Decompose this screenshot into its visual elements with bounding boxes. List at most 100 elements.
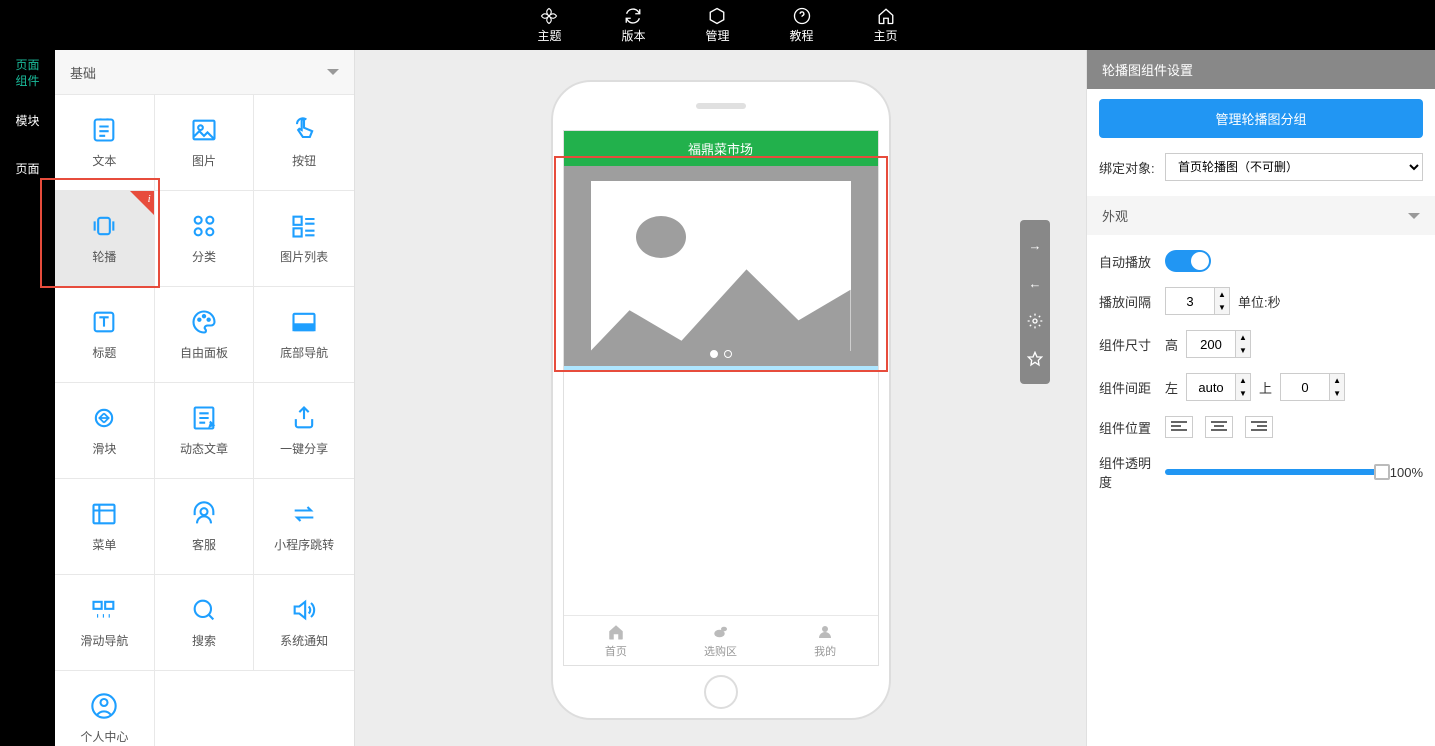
size-label: 组件尺寸	[1099, 335, 1157, 354]
leftrail-item[interactable]: 页面组件	[0, 50, 55, 98]
phone-tab[interactable]: 选购区	[668, 616, 773, 665]
align-right-button[interactable]	[1245, 416, 1273, 438]
left-up[interactable]: ▲	[1236, 374, 1250, 387]
imglist-icon	[290, 212, 318, 240]
swap-icon	[290, 500, 318, 528]
height-down[interactable]: ▼	[1236, 344, 1250, 357]
app-title: 福鼎菜市场	[688, 139, 753, 158]
phone-home-button[interactable]	[704, 675, 738, 709]
component-search[interactable]: 搜索	[155, 575, 255, 671]
component-tap[interactable]: 按钮	[254, 95, 354, 191]
interval-input[interactable]	[1166, 288, 1214, 314]
topbar-hexagon[interactable]: 管理	[705, 7, 729, 44]
carousel-component[interactable]	[564, 166, 878, 366]
arrow-right-icon[interactable]: →	[1020, 226, 1050, 264]
topbar-question[interactable]: 教程	[790, 7, 814, 44]
canvas-area: 福鼎菜市场 首页 选购区我的 → ←	[355, 50, 1086, 746]
component-imglist[interactable]: 图片列表	[254, 191, 354, 287]
canvas-side-toolbar: → ←	[1020, 220, 1050, 384]
component-image[interactable]: 图片	[155, 95, 255, 191]
chevron-down-icon	[327, 69, 339, 81]
carousel-dot[interactable]	[724, 350, 732, 358]
heading-icon	[90, 308, 118, 336]
home-icon	[877, 7, 895, 25]
component-label: 滑动导航	[80, 632, 128, 649]
component-carousel[interactable]: 轮播	[55, 191, 155, 287]
component-bottomnav[interactable]: 底部导航	[254, 287, 354, 383]
component-label: 菜单	[92, 536, 116, 553]
component-swap[interactable]: 小程序跳转	[254, 479, 354, 575]
height-label: 高	[1165, 335, 1178, 354]
component-label: 图片	[192, 152, 216, 169]
interval-label: 播放间隔	[1099, 292, 1157, 311]
leftrail-item[interactable]: 模块	[0, 98, 55, 146]
left-label: 左	[1165, 378, 1178, 397]
component-support[interactable]: 客服	[155, 479, 255, 575]
component-palette[interactable]: 自由面板	[155, 287, 255, 383]
align-center-button[interactable]	[1205, 416, 1233, 438]
top-up[interactable]: ▲	[1330, 374, 1344, 387]
interval-unit: 单位:秒	[1238, 292, 1281, 311]
arrow-left-icon[interactable]: ←	[1020, 264, 1050, 302]
tab-label: 首页	[605, 643, 627, 659]
component-label: 文本	[92, 152, 116, 169]
component-grid[interactable]: 分类	[155, 191, 255, 287]
topbar-pinwheel[interactable]: 主题	[537, 7, 561, 44]
component-text[interactable]: 文本	[55, 95, 155, 191]
component-slidenav[interactable]: 滑动导航	[55, 575, 155, 671]
article-icon	[190, 404, 218, 432]
left-stepper[interactable]: ▲▼	[1186, 373, 1251, 401]
component-label: 搜索	[192, 632, 216, 649]
opacity-slider[interactable]	[1165, 469, 1382, 475]
menu-icon	[90, 500, 118, 528]
slidenav-icon	[90, 596, 118, 624]
component-article[interactable]: 动态文章	[155, 383, 255, 479]
interval-down[interactable]: ▼	[1215, 301, 1229, 314]
phone-tab[interactable]: 首页	[564, 616, 669, 665]
top-label: 上	[1259, 378, 1272, 397]
top-input[interactable]	[1281, 374, 1329, 400]
star-icon[interactable]	[1020, 340, 1050, 378]
top-down[interactable]: ▼	[1330, 387, 1344, 400]
component-category-header[interactable]: 基础	[55, 50, 354, 95]
component-sound[interactable]: 系统通知	[254, 575, 354, 671]
hexagon-icon	[708, 7, 726, 25]
search-icon	[190, 596, 218, 624]
component-share[interactable]: 一键分享	[254, 383, 354, 479]
manage-carousel-groups-button[interactable]: 管理轮播图分组	[1099, 99, 1423, 138]
tap-icon	[290, 116, 318, 144]
topbar-home[interactable]: 主页	[874, 7, 898, 44]
phone-tab[interactable]: 我的	[773, 616, 878, 665]
component-heading[interactable]: 标题	[55, 287, 155, 383]
component-menu[interactable]: 菜单	[55, 479, 155, 575]
phone-screen: 福鼎菜市场 首页 选购区我的	[563, 130, 879, 666]
leftrail-item[interactable]: 页面	[0, 146, 55, 194]
carousel-dot-active[interactable]	[710, 350, 718, 358]
phone-home-area	[553, 666, 889, 718]
settings-icon[interactable]	[1020, 302, 1050, 340]
align-left-button[interactable]	[1165, 416, 1193, 438]
height-up[interactable]: ▲	[1236, 331, 1250, 344]
top-toolbar: 主题 版本 管理 教程 主页	[0, 0, 1435, 50]
appearance-section-header[interactable]: 外观	[1087, 196, 1435, 235]
component-label: 系统通知	[280, 632, 328, 649]
question-icon	[793, 7, 811, 25]
opacity-value: 100%	[1390, 465, 1423, 480]
autoplay-label: 自动播放	[1099, 252, 1157, 271]
component-panel: 基础 文本 图片 按钮轮播分类图片列表标题自由面板 底部导航滑块动态文章一键分享菜单 客…	[55, 50, 355, 746]
top-stepper[interactable]: ▲▼	[1280, 373, 1345, 401]
bind-object-select[interactable]: 首页轮播图（不可删）	[1165, 153, 1423, 181]
palette-icon	[190, 308, 218, 336]
autoplay-toggle[interactable]	[1165, 250, 1211, 272]
component-label: 自由面板	[180, 344, 228, 361]
topbar-refresh[interactable]: 版本	[621, 7, 645, 44]
left-down[interactable]: ▼	[1236, 387, 1250, 400]
interval-stepper[interactable]: ▲▼	[1165, 287, 1230, 315]
interval-up[interactable]: ▲	[1215, 288, 1229, 301]
component-user[interactable]: 个人中心	[55, 671, 155, 746]
height-input[interactable]	[1187, 331, 1235, 357]
component-slider[interactable]: 滑块	[55, 383, 155, 479]
app-header[interactable]: 福鼎菜市场	[564, 131, 878, 166]
left-input[interactable]	[1187, 374, 1235, 400]
height-stepper[interactable]: ▲▼	[1186, 330, 1251, 358]
